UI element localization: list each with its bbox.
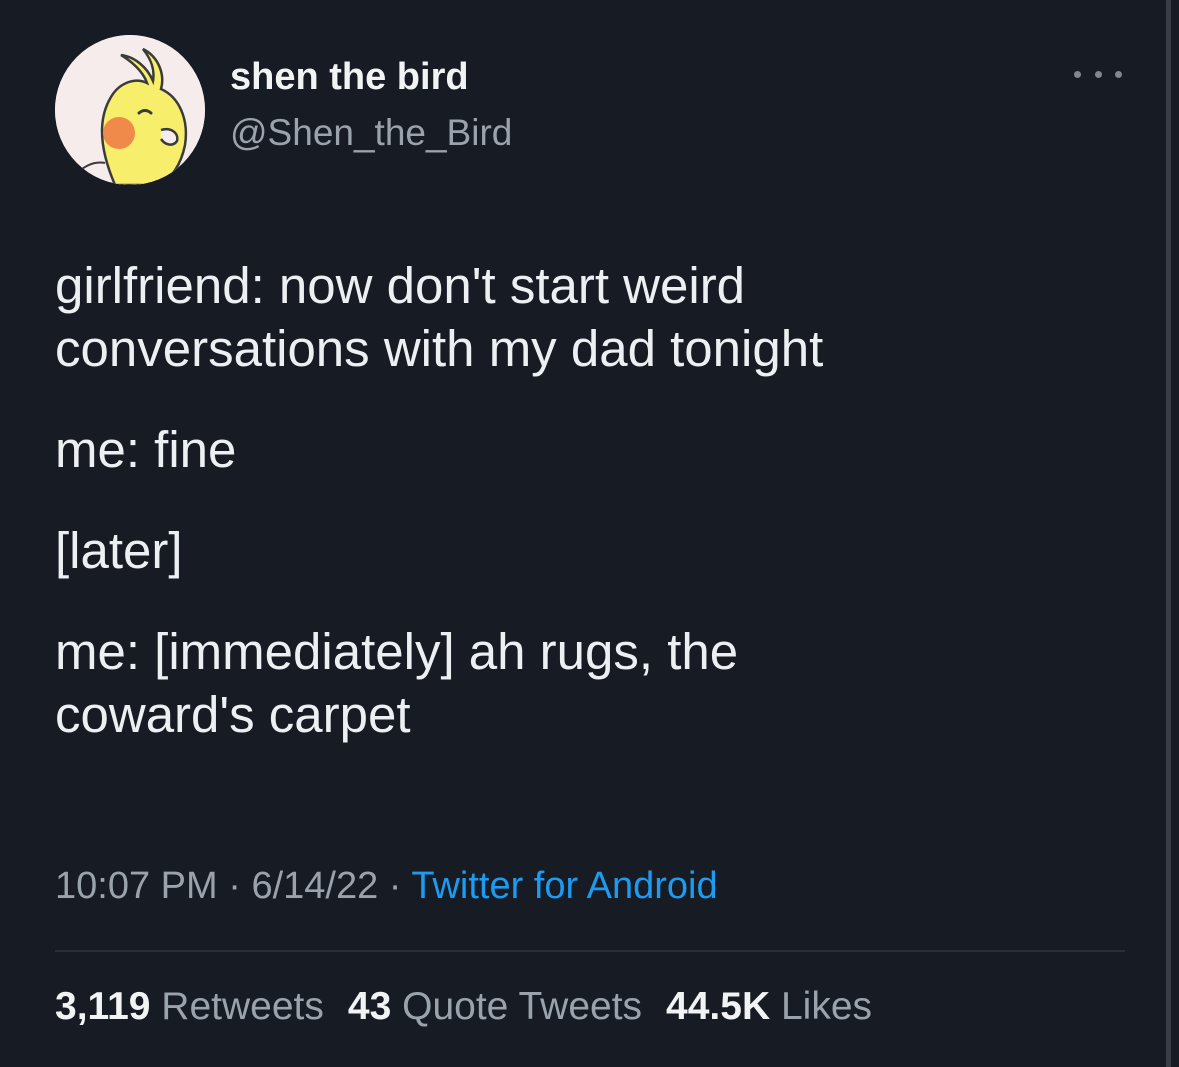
retweets-stat[interactable]: 3,119 Retweets <box>55 985 324 1028</box>
tweet-paragraph: girlfriend: now don't start weird conver… <box>55 254 1115 380</box>
engagement-stats: 3,119 Retweets 43 Quote Tweets 44.5K Likes <box>55 985 872 1029</box>
more-dot <box>1094 70 1102 78</box>
retweets-label: Retweets <box>161 985 324 1028</box>
tweet-paragraph: [later] <box>55 519 1115 582</box>
more-dot <box>1074 70 1081 78</box>
retweets-count: 3,119 <box>55 985 151 1028</box>
tweet-line: me: [immediately] ah rugs, the <box>55 623 739 680</box>
quote-tweets-stat[interactable]: 43 Quote Tweets <box>348 985 642 1028</box>
author-display-name[interactable]: shen the bird <box>230 56 469 99</box>
tweet-date[interactable]: 6/14/22 <box>251 865 378 907</box>
likes-stat[interactable]: 44.5K Likes <box>666 985 872 1028</box>
tweet-line: [later] <box>55 522 183 579</box>
quote-tweets-label: Quote Tweets <box>402 985 643 1028</box>
tweet-time[interactable]: 10:07 PM <box>55 865 218 907</box>
author-handle[interactable]: @Shen_the_Bird <box>230 112 512 154</box>
tweet-source-link[interactable]: Twitter for Android <box>411 865 717 907</box>
tweet-line: coward's carpet <box>55 686 411 743</box>
quote-tweets-count: 43 <box>347 985 392 1028</box>
divider <box>55 950 1125 952</box>
tweet-meta: 10:07 PM · 6/14/22 · Twitter for Android <box>55 865 718 908</box>
more-options-icon[interactable] <box>1074 62 1122 86</box>
cockatiel-avatar-icon <box>55 35 205 185</box>
tweet-line: girlfriend: now don't start weird <box>55 257 746 314</box>
likes-count: 44.5K <box>666 985 771 1028</box>
tweet-line: me: fine <box>55 421 237 478</box>
tweet-text: girlfriend: now don't start weird conver… <box>55 254 1115 746</box>
meta-separator: · <box>378 865 412 907</box>
tweet-paragraph: me: [immediately] ah rugs, the coward's … <box>55 620 1115 746</box>
meta-separator: · <box>217 865 252 907</box>
window-edge <box>1166 0 1171 1067</box>
more-dot <box>1115 70 1122 78</box>
tweet-line: conversations with my dad tonight <box>55 320 824 377</box>
likes-label: Likes <box>780 985 873 1028</box>
tweet-paragraph: me: fine <box>55 418 1115 481</box>
avatar[interactable] <box>55 35 205 185</box>
